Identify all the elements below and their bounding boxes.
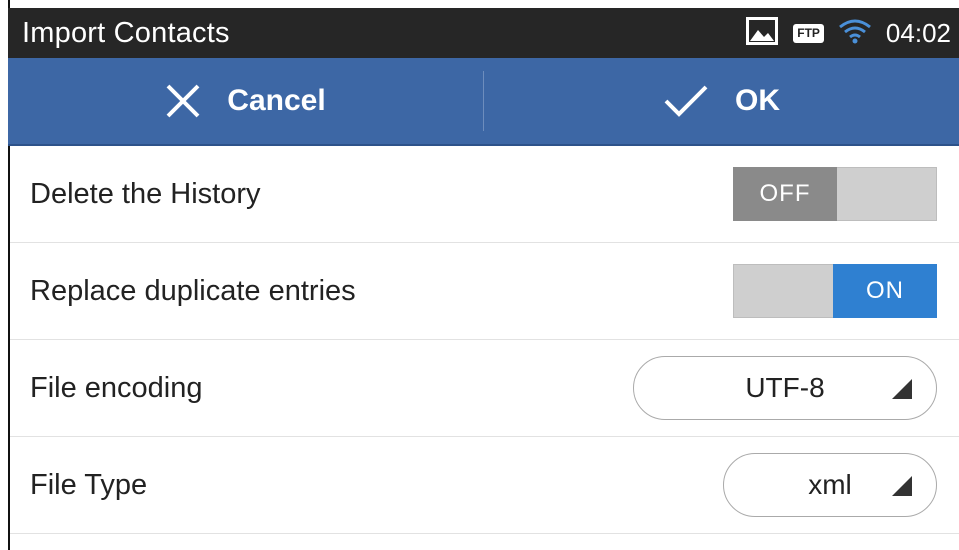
toggle-knob: ON xyxy=(833,264,937,318)
dropdown-arrow-icon xyxy=(892,379,912,399)
replace-duplicates-toggle[interactable]: ON xyxy=(733,264,937,318)
cancel-button[interactable]: Cancel xyxy=(8,58,483,144)
settings-list: Delete the History OFF Replace duplicate… xyxy=(10,146,959,534)
screen: Import Contacts FTP 04:02 Cancel OK Dele… xyxy=(0,0,959,550)
setting-row-delete-history: Delete the History OFF xyxy=(10,146,959,243)
select-value: UTF-8 xyxy=(745,372,825,403)
setting-row-file-type: File Type xml xyxy=(10,437,959,534)
setting-row-file-encoding: File encoding UTF-8 xyxy=(10,340,959,437)
ok-label: OK xyxy=(735,84,780,117)
setting-row-replace-duplicates: Replace duplicate entries ON xyxy=(10,243,959,340)
file-type-select[interactable]: xml xyxy=(723,453,937,517)
setting-label: Replace duplicate entries xyxy=(30,274,356,307)
action-bar: Cancel OK xyxy=(8,58,959,146)
setting-label: File Type xyxy=(30,468,148,501)
ftp-icon: FTP xyxy=(793,23,824,43)
setting-label: File encoding xyxy=(30,371,203,404)
file-encoding-select[interactable]: UTF-8 xyxy=(633,356,937,420)
toggle-knob: OFF xyxy=(733,167,837,221)
select-value: xml xyxy=(808,469,852,500)
screen-title: Import Contacts xyxy=(22,16,230,49)
status-bar: Import Contacts FTP 04:02 xyxy=(8,8,959,58)
checkmark-icon xyxy=(663,83,709,119)
image-icon xyxy=(745,16,779,51)
status-icons: FTP 04:02 xyxy=(745,16,951,51)
ok-button[interactable]: OK xyxy=(484,58,959,144)
close-icon xyxy=(165,83,201,119)
delete-history-toggle[interactable]: OFF xyxy=(733,167,937,221)
dropdown-arrow-icon xyxy=(892,476,912,496)
setting-label: Delete the History xyxy=(30,177,261,210)
clock: 04:02 xyxy=(885,17,951,48)
cancel-label: Cancel xyxy=(227,84,326,117)
wifi-icon xyxy=(838,18,872,49)
